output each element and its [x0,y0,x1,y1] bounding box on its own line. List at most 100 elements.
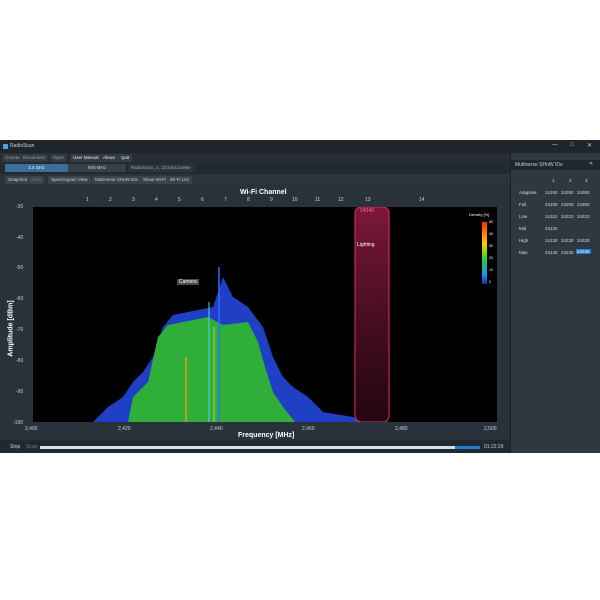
lighting-annotation: Lighting [357,242,375,248]
density-colorbar [482,222,487,284]
id-cell[interactable]: 24130 [545,238,558,243]
x-tick-label: 2,440 [210,426,223,432]
camera-annotation: Camera [177,279,199,285]
close-tab-icon[interactable]: × [183,164,189,172]
lighting-id-label: 24340 [360,208,374,214]
channel-label: 3 [132,197,135,203]
id-cell[interactable]: 24350 [577,190,590,195]
minimize-icon[interactable]: — [552,142,558,148]
title-bar: RadioScan — □ ✕ [0,140,600,153]
wifi-channel-title: Wi-Fi Channel [240,189,287,196]
channel-label: 14 [419,197,425,203]
column-header: 2 [569,178,572,183]
panel-close-icon[interactable]: ✕ [589,161,593,167]
channel-label: 2 [109,197,112,203]
y-tick-label: -50 [16,265,24,271]
channel-label: 10 [292,197,298,203]
id-cell[interactable]: 24120 [545,226,558,231]
open-button[interactable]: Open [50,154,68,162]
density-tick: 30 [489,244,493,248]
quit-button[interactable]: Quit [118,154,133,162]
x-tick-label: 2,460 [302,426,315,432]
wifi-list-button[interactable]: Wi-Fi List [167,176,192,184]
x-tick-label: 2,420 [118,426,131,432]
y-tick-label: -30 [16,204,24,210]
menu-bar: Connect Disconnect Open User Manual Abou… [0,153,510,163]
y-tick-label: -60 [16,296,24,302]
x-tick-label: 2,480 [395,426,408,432]
window-title: RadioScan [10,143,35,149]
row-label: Low [519,214,528,219]
id-cell[interactable]: 24240 [561,250,574,255]
elapsed-time: 01:22:29 [484,444,504,450]
density-title: Density [%] [469,212,490,217]
timeline-track[interactable] [40,446,480,449]
id-cell[interactable]: 24210 [561,214,574,219]
spectrogram-view-button[interactable]: Spectrogram View [48,176,91,184]
x-tick-label: 2,500 [484,426,497,432]
row-label: Adaptive [519,190,537,195]
channel-label: 5 [178,197,181,203]
id-cell[interactable]: 24140 [545,250,558,255]
id-cell[interactable]: 24230 [561,238,574,243]
show-wifi-button[interactable]: Show Wi-Fi [140,176,170,184]
user-manual-button[interactable]: User Manual [70,154,102,162]
save-button[interactable]: Save [28,176,45,184]
channel-label: 7 [224,197,227,203]
y-axis-label: Amplitude [dBm] [7,300,15,357]
id-cell[interactable]: 24250 [561,190,574,195]
snapshot-button[interactable]: Snapshot [5,176,31,184]
id-cell[interactable]: 24310 [577,214,590,219]
x-axis-label: Frequency [MHz] [238,432,295,439]
channel-label: 9 [270,197,273,203]
density-tick: 20 [489,256,493,260]
close-icon[interactable]: ✕ [587,142,592,149]
y-tick-label: -90 [16,389,24,395]
y-tick-label: -100 [13,420,24,426]
tab-band-a[interactable]: 2.4 GHz [5,164,68,172]
tab-band-b[interactable]: 900 MHz [68,164,126,172]
y-tick-label: -70 [16,327,24,333]
multiverse-ids-button[interactable]: Multiverse SHoW IDs [92,176,141,184]
maximize-icon[interactable]: □ [570,142,574,148]
column-header: 1 [552,178,555,183]
band-tabs: 2.4 GHz 900 MHz RadioScan_2...223454.ban… [0,163,510,174]
scan-button[interactable]: Scan [26,444,37,450]
x-tick-label: 2,400 [25,426,38,432]
density-tick: 40 [489,232,493,236]
channel-label: 1 [86,197,89,203]
view-toolbar: Snapshot Save Spectrogram View Multivers… [0,175,510,185]
channel-label: 8 [247,197,250,203]
row-label: Max [519,250,528,255]
playback-bar: Stop Scan 01:22:29 [0,440,510,453]
column-header: 3 [585,178,588,183]
row-label: High [519,238,529,243]
timeline-thumb[interactable] [455,446,480,449]
disconnect-button[interactable]: Disconnect [20,154,49,162]
panel-title: Multiverse SHoW IDs [515,162,563,168]
row-label: Full [519,202,527,207]
density-tick: 0 [489,280,491,284]
about-button[interactable]: About [100,154,118,162]
row-label: Mid [519,226,527,231]
spectrogram-canvas[interactable]: Camera 24340 Lighting Density [%] 50 40 … [33,207,497,422]
density-tick: 50 [489,220,493,224]
app-icon [3,144,8,149]
id-cell[interactable]: 24110 [545,214,557,219]
channel-label: 12 [338,197,344,203]
y-tick-label: -80 [16,358,24,364]
multiverse-ids-panel: Multiverse SHoW IDs ✕ 1 2 3 Adaptive 241… [510,153,600,453]
channel-label: 6 [201,197,204,203]
stop-button[interactable]: Stop [10,444,20,450]
id-cell[interactable]: 24100 [545,202,558,207]
id-cell-selected[interactable]: 24340 [576,249,591,254]
id-cell[interactable]: 24200 [561,202,574,207]
id-cell[interactable]: 24150 [545,190,558,195]
channel-label: 11 [315,197,321,203]
lighting-highlight[interactable] [354,207,390,422]
id-cell[interactable]: 24330 [577,238,590,243]
density-tick: 10 [489,268,493,272]
id-cell[interactable]: 24300 [577,202,590,207]
channel-label: 13 [365,197,371,203]
y-tick-label: -40 [16,235,24,241]
